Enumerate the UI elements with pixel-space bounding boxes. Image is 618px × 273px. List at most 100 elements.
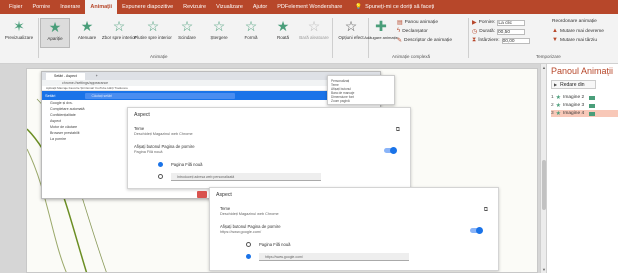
effect-appear[interactable]: ★ Apariție xyxy=(40,18,70,48)
brush-icon: ✎ xyxy=(397,38,403,44)
entrance-star-icon: ★ xyxy=(555,95,562,101)
tab-home[interactable]: Pornire xyxy=(27,0,55,14)
external-link-icon[interactable]: ⧉ xyxy=(396,127,400,134)
radio-option-custom[interactable]: Introduceți adresa web personalizată xyxy=(158,173,321,181)
trigger-button[interactable]: ϟ Declanșator xyxy=(397,28,428,34)
tab-file[interactable]: Fișier xyxy=(4,0,27,14)
appearance-card-2: Aspect Teme Deschideți Magazinul web Chr… xyxy=(209,187,499,271)
entrance-star-icon: ★ xyxy=(555,111,562,117)
external-link-icon[interactable]: ⧉ xyxy=(484,207,488,214)
tab-pdfelement[interactable]: PDFelement Wondershare xyxy=(272,0,347,14)
effect-options-icon: ☆ xyxy=(344,18,358,34)
radio-unselected-icon xyxy=(158,174,163,180)
animation-item[interactable]: 1 ★ Imagine 2 xyxy=(551,94,618,101)
arrow-down-icon: ▼ xyxy=(552,37,558,43)
add-animation-button[interactable]: ✚ Adăugare animație xyxy=(364,18,398,48)
tab-view[interactable]: Vizualizare xyxy=(211,0,248,14)
effect-label: Roată xyxy=(276,35,289,40)
effect-label: Apariție xyxy=(47,36,63,41)
radio-option-custom[interactable]: https://www.google.com/ xyxy=(246,253,409,261)
home-button-toggle[interactable] xyxy=(470,227,483,234)
effect-fade[interactable]: ★ Atenuare xyxy=(72,18,102,48)
appearance-card-1: Aspect Teme Deschideți Magazinul web Chr… xyxy=(127,107,411,189)
start-field[interactable]: ▶ Pornire: La clic xyxy=(472,19,526,26)
effect-label: Zbor spre interior xyxy=(101,35,137,40)
effect-float-in[interactable]: ☆ Plutire spre interior xyxy=(134,18,172,48)
preview-star-icon: ✶ xyxy=(13,18,25,34)
move-later-button[interactable]: ▼ Mutare mai târziu xyxy=(552,37,597,43)
home-button-title: Afișați butonul Pagina de pornire xyxy=(134,144,195,149)
delay-input[interactable]: 00,00 xyxy=(501,37,530,44)
tell-me-search[interactable]: 💡 Spuneți-mi ce doriți să faceți xyxy=(355,4,434,10)
move-later-label: Mutare mai târziu xyxy=(559,37,598,43)
effect-wheel[interactable]: ★ Roată xyxy=(268,18,298,48)
move-earlier-button[interactable]: ▲ Mutare mai devreme xyxy=(552,28,604,34)
settings-sidebar: Google și dvs. Completare automată Confi… xyxy=(42,100,132,142)
effect-random-bars[interactable]: ☆ Bară aleatoare xyxy=(299,18,329,48)
tab-review[interactable]: Revizuire xyxy=(178,0,211,14)
slide-canvas[interactable]: Setări - Aspect + chrome://settings/appe… xyxy=(26,68,538,273)
effect-shape[interactable]: ☆ Formă xyxy=(236,18,266,48)
themes-label: Teme xyxy=(134,126,145,131)
new-tab-button[interactable]: + xyxy=(88,73,106,80)
duration-label: Durată: xyxy=(479,29,495,34)
tab-animations[interactable]: Animații xyxy=(85,0,118,14)
animation-item[interactable]: 2 ★ Imagine 3 xyxy=(551,102,618,109)
item-label: Imagine 4 xyxy=(563,111,585,116)
item-label: Imagine 2 xyxy=(563,95,585,100)
effect-label: Plutire spre interior xyxy=(134,35,172,40)
timeline-bar xyxy=(589,95,596,100)
effect-fly-in[interactable]: ☆ Zbor spre interior xyxy=(101,18,137,48)
effect-split[interactable]: ☆ Scindare xyxy=(172,18,202,48)
item-number: 1 xyxy=(551,95,554,100)
play-icon: ▶ xyxy=(472,20,477,26)
card-title: Aspect xyxy=(216,192,232,198)
themes-label: Teme xyxy=(220,206,231,211)
animation-order-tag xyxy=(197,191,207,198)
delay-field[interactable]: ⧗ Întârziere: 00,00 xyxy=(472,37,530,44)
radio-option-newtab[interactable]: Pagina Filă nouă xyxy=(158,162,203,168)
custom-url-input[interactable]: https://www.google.com/ xyxy=(259,253,409,261)
add-animation-label: Adăugare animație xyxy=(364,35,398,40)
fly-in-star-icon: ☆ xyxy=(112,18,126,34)
animation-item-selected[interactable]: 3 ★ Imagine 4 xyxy=(551,110,618,117)
browser-tab[interactable]: Setări - Aspect xyxy=(46,72,85,80)
reorder-text: Reordonare animație xyxy=(552,19,597,24)
settings-search-input[interactable]: Căutați setări xyxy=(85,92,236,99)
animation-pane-icon: ▤ xyxy=(397,20,403,26)
tell-me-label: Spuneți-mi ce doriți să faceți xyxy=(365,4,435,10)
tab-help[interactable]: Ajutor xyxy=(248,0,272,14)
arrow-up-icon: ▲ xyxy=(552,28,558,34)
sidebar-item[interactable]: La pornire xyxy=(42,136,132,142)
random-bars-star-icon: ☆ xyxy=(307,18,321,34)
effect-options-button[interactable]: ☆ Opțiuni efect xyxy=(336,18,366,48)
fade-star-icon: ★ xyxy=(80,18,94,34)
duration-input[interactable]: 00,50 xyxy=(496,28,525,35)
tab-slideshow[interactable]: Expunere diapozitive xyxy=(117,0,178,14)
radio-selected-icon xyxy=(246,254,251,260)
play-from-button[interactable]: ▶ Redare din xyxy=(551,80,596,89)
preview-button[interactable]: ✶ Previzualizare xyxy=(4,18,34,48)
start-select[interactable]: La clic xyxy=(497,19,526,26)
animation-pane-button[interactable]: ▤ Panou animație xyxy=(397,19,438,26)
entrance-star-icon: ★ xyxy=(555,103,562,109)
group-label-advanced: Animație complexă xyxy=(392,54,431,59)
radio-label: Pagina Filă nouă xyxy=(171,162,203,167)
animation-painter-button[interactable]: ✎ Descriptor de animație xyxy=(397,37,452,44)
home-button-toggle[interactable] xyxy=(384,147,397,154)
duration-field[interactable]: ◷ Durată: 00,50 xyxy=(472,28,525,35)
ribbon-divider xyxy=(38,18,39,58)
start-label: Pornire: xyxy=(478,20,496,25)
radio-option-newtab[interactable]: Pagina Filă nouă xyxy=(246,242,290,248)
tab-insert[interactable]: Inserare xyxy=(55,0,85,14)
hourglass-icon: ⧗ xyxy=(472,37,477,43)
custom-url-input[interactable]: Introduceți adresa web personalizată xyxy=(171,173,321,181)
timeline-bar xyxy=(589,111,596,116)
split-star-icon: ☆ xyxy=(180,18,194,34)
ribbon-divider xyxy=(468,18,469,58)
effect-wipe[interactable]: ☆ Ștergere xyxy=(204,18,234,48)
add-animation-icon: ✚ xyxy=(375,18,387,34)
lightbulb-icon: 💡 xyxy=(355,4,363,10)
settings-brand: Setări xyxy=(45,93,56,98)
clock-icon: ◷ xyxy=(472,29,478,35)
